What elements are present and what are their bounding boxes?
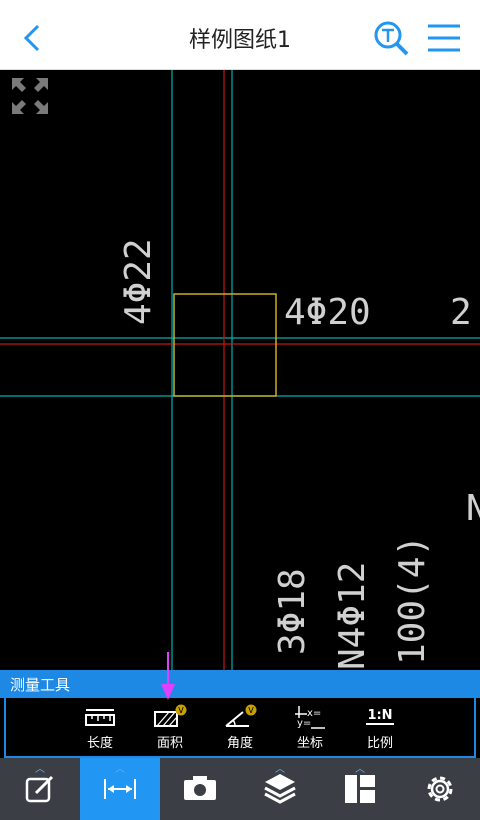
label-100-4: 100(4) — [392, 535, 433, 665]
svg-text:V: V — [248, 706, 254, 715]
chevron-up-icon: ︿ — [115, 764, 125, 775]
label-n4phi12: N4Φ12 — [332, 562, 373, 670]
edit-icon — [25, 775, 54, 803]
hamburger-icon — [428, 24, 460, 52]
layout-icon — [345, 775, 375, 803]
tool-coordinate[interactable]: x= y= 坐标 — [278, 704, 342, 756]
label-n: N — [466, 488, 480, 529]
angle-icon: V — [225, 704, 257, 727]
measure-tools-panel: 长度 V 面积 V 角度 x= y= 坐标 1:N 比例 — [4, 698, 476, 758]
drawing-canvas[interactable]: 4Φ22 4Φ20 2 N 3Φ18 N4Φ12 100(4) — [0, 70, 480, 670]
tab-measure[interactable]: ︿ — [80, 758, 160, 820]
label-2: 2 — [450, 292, 472, 333]
label-3phi18: 3Φ18 — [272, 568, 313, 655]
tab-layout[interactable]: ︿ — [320, 758, 400, 820]
layers-icon — [264, 774, 296, 804]
coordinate-icon: x= y= — [295, 706, 325, 729]
chevron-up-icon: ︿ — [35, 764, 45, 775]
tab-camera[interactable] — [160, 758, 240, 820]
search-text-icon — [374, 21, 409, 56]
svg-text:1:N: 1:N — [367, 708, 392, 723]
measure-icon — [104, 779, 136, 799]
fullscreen-button[interactable] — [10, 76, 50, 116]
settings-icon — [427, 776, 453, 802]
tool-label: 角度 — [226, 736, 253, 751]
svg-text:V: V — [178, 706, 184, 715]
tab-layers[interactable]: ︿ — [240, 758, 320, 820]
camera-icon — [184, 776, 216, 800]
label-4phi20: 4Φ20 — [284, 292, 371, 333]
app-window: 样例图纸1 4Φ22 4Φ20 2 N 3Φ18 N4Φ12 100(4) 测量… — [0, 0, 480, 820]
scale-icon: 1:N — [366, 708, 394, 725]
svg-text:y=: y= — [297, 718, 311, 729]
pointer-arrow — [161, 652, 175, 700]
tool-scale[interactable]: 1:N 比例 — [348, 704, 412, 756]
measure-tools-title: 测量工具 — [0, 670, 480, 698]
chevron-up-icon: ︿ — [275, 764, 285, 775]
cad-drawing: 4Φ22 4Φ20 2 N 3Φ18 N4Φ12 100(4) — [0, 70, 480, 670]
column-rect — [173, 293, 277, 397]
tool-label: 坐标 — [296, 736, 323, 751]
tool-angle[interactable]: V 角度 — [208, 704, 272, 756]
label-4phi22: 4Φ22 — [118, 238, 159, 325]
tab-settings[interactable] — [400, 758, 480, 820]
top-bar: 样例图纸1 — [0, 0, 480, 70]
bottom-toolbar: ︿ ︿ ︿ ︿ — [0, 758, 480, 820]
ruler-icon — [85, 709, 115, 726]
expand-icon — [12, 78, 48, 114]
tab-annotate[interactable]: ︿ — [0, 758, 80, 820]
chevron-up-icon: ︿ — [355, 764, 365, 775]
menu-button[interactable] — [424, 18, 464, 58]
tool-area[interactable]: V 面积 — [138, 704, 202, 756]
tool-length[interactable]: 长度 — [68, 704, 132, 756]
tool-label: 比例 — [366, 736, 393, 751]
tool-label: 面积 — [156, 736, 183, 751]
area-icon: V — [154, 704, 187, 727]
tool-label: 长度 — [86, 736, 113, 751]
text-search-button[interactable] — [372, 18, 412, 58]
